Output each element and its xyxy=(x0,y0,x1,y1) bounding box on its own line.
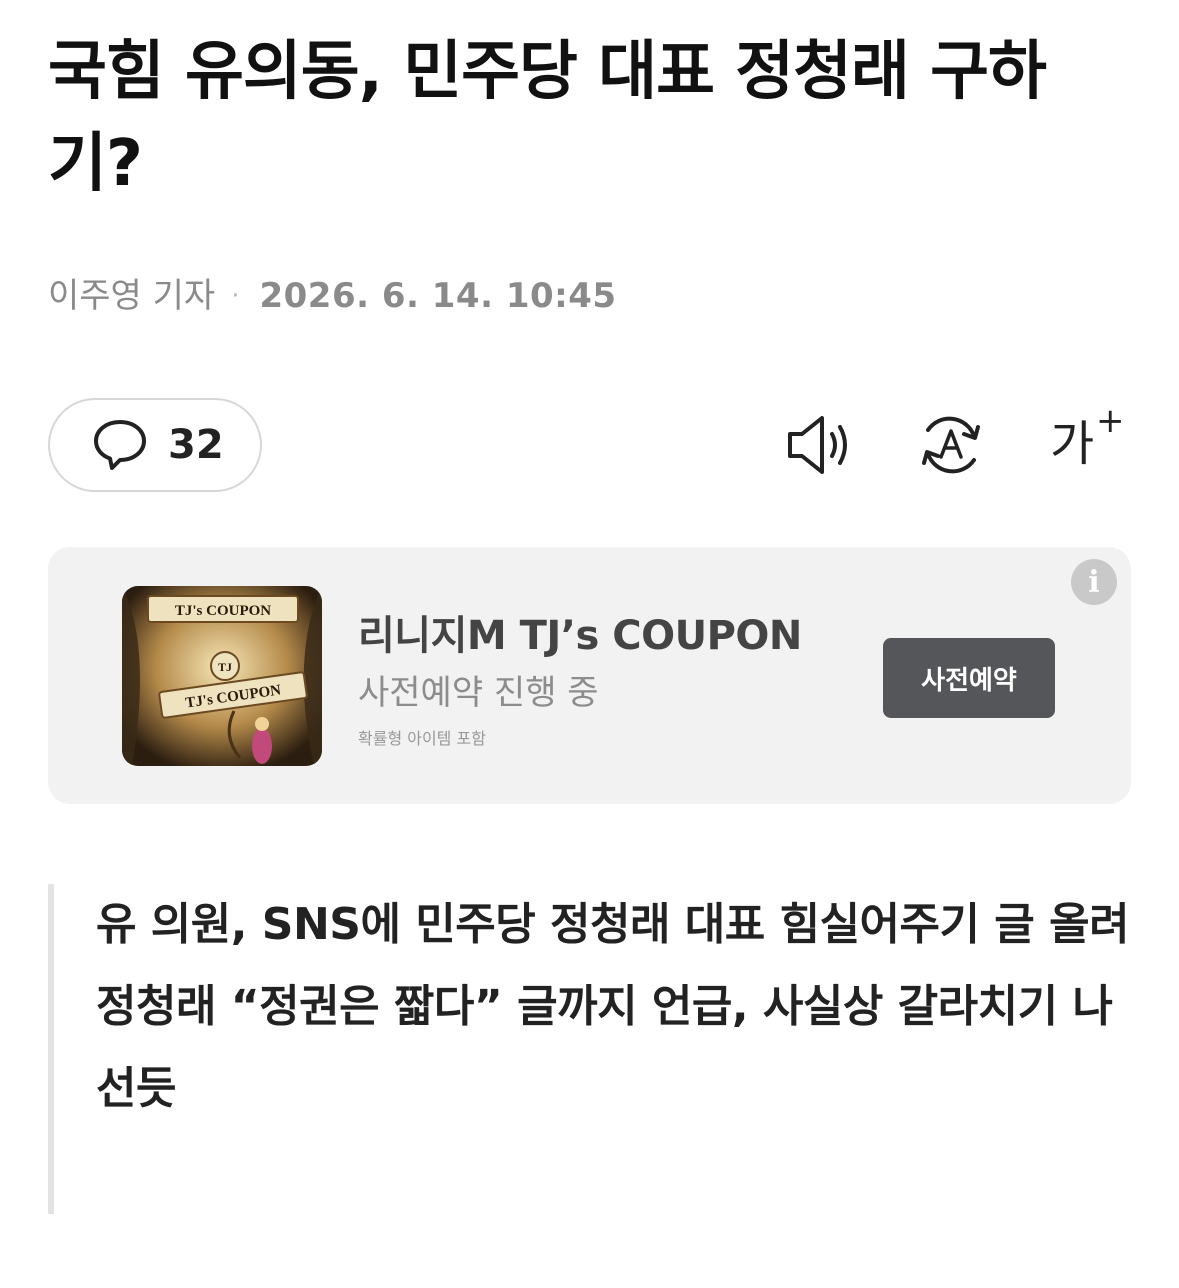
preregister-button[interactable]: 사전예약 xyxy=(883,638,1055,718)
translate-icon[interactable] xyxy=(916,410,986,480)
summary-line: 유 의원, SNS에 민주당 정청래 대표 힘실어주기 글 올려 xyxy=(96,899,1130,950)
author-name[interactable]: 이주영 기자 xyxy=(48,274,215,318)
publish-datetime: 2026. 6. 14. 10:45 xyxy=(259,276,617,316)
ad-disclaimer: 확률형 아이템 포함 xyxy=(358,729,486,748)
ad-thumbnail-art: TJ's COUPON TJ TJ's COUPON xyxy=(122,586,322,766)
article-page: 국힘 유의동, 민주당 대표 정청래 구하기? 이주영 기자 · 2026. 6… xyxy=(0,0,1179,1288)
comments-button[interactable]: 32 xyxy=(48,398,262,492)
byline-separator: · xyxy=(231,281,240,311)
font-size-button[interactable]: 가 + xyxy=(1046,401,1125,478)
ad-subtitle: 사전예약 진행 중 xyxy=(358,673,599,713)
plus-icon: + xyxy=(1096,401,1125,441)
ad-thumb-label-top: TJ's COUPON xyxy=(175,603,271,619)
ad-banner[interactable]: i TJ's COUPON TJ TJ's COUPON 리니지M TJ’s C… xyxy=(48,547,1131,804)
article-summary: 유 의원, SNS에 민주당 정청래 대표 힘실어주기 글 올려 정청래 “정권… xyxy=(48,884,1138,1214)
font-size-label: 가 xyxy=(1050,416,1095,472)
ad-thumb-emblem: TJ xyxy=(218,660,232,674)
speech-bubble-icon xyxy=(94,420,146,470)
speaker-icon[interactable] xyxy=(784,412,856,478)
article-headline: 국힘 유의동, 민주당 대표 정청래 구하기? xyxy=(48,35,1047,201)
ad-title[interactable]: 리니지M TJ’s COUPON xyxy=(358,603,802,661)
comment-count: 32 xyxy=(168,422,224,468)
summary-line: 정청래 “정권은 짧다” 글까지 언급, 사실상 갈라치기 나선듯 xyxy=(96,981,1113,1114)
article-byline: 이주영 기자 · 2026. 6. 14. 10:45 xyxy=(48,274,617,318)
ad-thumbnail[interactable]: TJ's COUPON TJ TJ's COUPON xyxy=(122,586,322,766)
info-icon[interactable]: i xyxy=(1071,559,1117,605)
